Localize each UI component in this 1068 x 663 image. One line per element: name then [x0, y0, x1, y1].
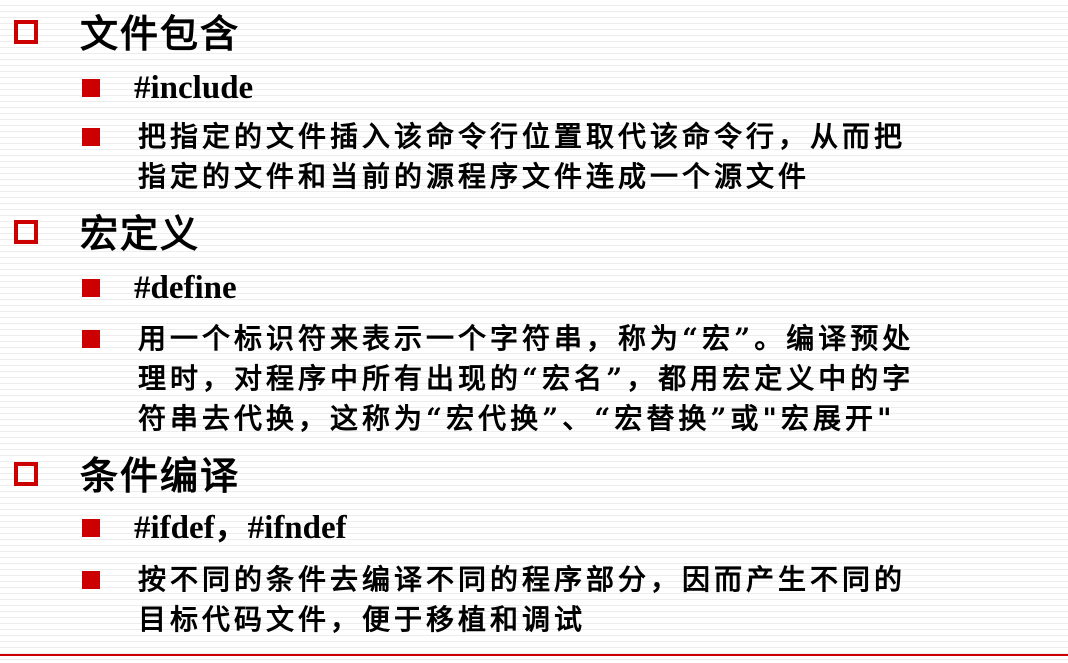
directive-text: #ifdef，#ifndef: [134, 510, 347, 546]
hollow-square-bullet-icon: [14, 462, 38, 486]
section-heading-row: 宏定义: [0, 210, 1068, 264]
solid-square-bullet-icon: [82, 79, 100, 97]
description-text: 把指定的文件插入该命令行位置取代该命令行，从而把 指定的文件和当前的源程序文件连…: [138, 117, 1054, 197]
directive-text: #include: [134, 70, 254, 106]
section-heading: 条件编译: [80, 453, 241, 498]
section-heading-row: 文件包含: [0, 10, 1068, 64]
description-line: 符串去代换，这称为“宏代换”、“宏替换”或"宏展开": [138, 402, 896, 435]
hollow-square-bullet-icon: [14, 220, 38, 244]
description-line: 目标代码文件，便于移植和调试: [138, 603, 587, 636]
description-line: 按不同的条件去编译不同的程序部分，因而产生不同的: [138, 563, 907, 596]
solid-square-bullet-icon: [82, 571, 100, 589]
bottom-divider: [0, 654, 1068, 656]
solid-square-bullet-icon: [82, 330, 100, 348]
solid-square-bullet-icon: [82, 519, 100, 537]
description-text: 按不同的条件去编译不同的程序部分，因而产生不同的 目标代码文件，便于移植和调试: [138, 560, 1054, 640]
description-text: 用一个标识符来表示一个字符串，称为“宏”。编译预处 理时，对程序中所有出现的“宏…: [138, 319, 1054, 439]
description-line: 把指定的文件插入该命令行位置取代该命令行，从而把: [138, 120, 907, 153]
section-heading-row: 条件编译: [0, 452, 1068, 506]
directive-text: #define: [134, 270, 237, 306]
slide: 文件包含 #include 把指定的文件插入该命令行位置取代该命令行，从而把 指…: [0, 0, 1068, 663]
description-line: 用一个标识符来表示一个字符串，称为“宏”。编译预处: [138, 322, 915, 355]
solid-square-bullet-icon: [82, 279, 100, 297]
solid-square-bullet-icon: [82, 128, 100, 146]
description-line: 理时，对程序中所有出现的“宏名”，都用宏定义中的字: [138, 362, 915, 395]
hollow-square-bullet-icon: [14, 20, 38, 44]
description-line: 指定的文件和当前的源程序文件连成一个源文件: [138, 160, 811, 193]
section-heading: 宏定义: [80, 211, 201, 256]
section-heading: 文件包含: [80, 11, 241, 56]
